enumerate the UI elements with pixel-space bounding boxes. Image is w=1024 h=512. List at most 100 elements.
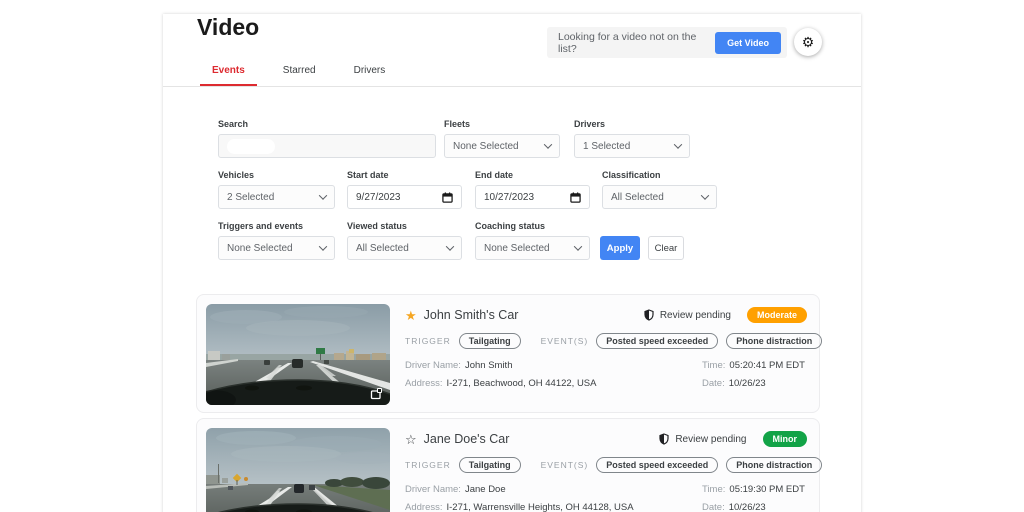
driver-name-value: John Smith (464, 360, 513, 371)
events-label: EVENT(S) (540, 336, 589, 346)
search-input[interactable] (218, 134, 436, 158)
date-value: 10/26/23 (728, 502, 766, 512)
start-date-label: Start date (347, 170, 389, 180)
time-label: Time: (702, 360, 726, 371)
details-left: Driver Name: Jane Doe Address: I-271, Warr… (405, 484, 702, 512)
filter-end-date: End date 10/27/2023 (475, 170, 590, 209)
dashcam-frame (206, 304, 390, 405)
dashcam-frame (206, 428, 390, 512)
details-row: Driver Name: John Smith Address: I-271, Be… (405, 360, 807, 396)
gear-icon[interactable]: ⚙ (794, 28, 822, 56)
filter-viewed-status: Viewed status All Selected (347, 221, 462, 260)
coaching-status-label: Coaching status (475, 221, 546, 231)
trigger-label: TRIGGER (405, 336, 451, 346)
filter-row-1: Search Fleets None Selected Drivers 1 Se… (218, 119, 861, 158)
triggers-events-select[interactable]: None Selected (218, 236, 335, 260)
clear-button[interactable]: Clear (648, 236, 684, 260)
classification-select[interactable]: All Selected (602, 185, 717, 209)
triggers-events-label: Triggers and events (218, 221, 304, 231)
classification-value: All Selected (611, 191, 664, 203)
banner-text: Looking for a video not on the list? (558, 30, 697, 55)
viewed-status-select[interactable]: All Selected (347, 236, 462, 260)
event-thumbnail[interactable] (206, 304, 390, 405)
page-column: Video Looking for a video not on the lis… (163, 14, 861, 512)
shield-icon (644, 309, 654, 321)
address-value: I-271, Beachwood, OH 44122, USA (446, 378, 597, 389)
filter-coaching-status: Coaching status None Selected (475, 221, 590, 260)
end-date-input[interactable]: 10/27/2023 (475, 185, 590, 209)
filter-drivers: Drivers 1 Selected (574, 119, 690, 158)
star-icon[interactable]: ☆ (405, 433, 417, 446)
vehicles-label: Vehicles (218, 170, 255, 180)
chevron-down-icon (543, 140, 553, 149)
driver-name-label: Driver Name: (405, 360, 461, 371)
review-status: Review pending (659, 309, 731, 321)
event-card-body: ★ John Smith's Car Review pending Modera… (405, 304, 823, 403)
fleets-label: Fleets (444, 119, 471, 129)
details-left: Driver Name: John Smith Address: I-271, Be… (405, 360, 702, 396)
filter-vehicles: Vehicles 2 Selected (218, 170, 335, 209)
drivers-value: 1 Selected (583, 140, 631, 152)
chevron-down-icon (700, 191, 710, 200)
trigger-pill: Tailgating (458, 333, 521, 349)
chevron-down-icon (573, 242, 583, 251)
event-card-header: ☆ Jane Doe's Car Review pending Minor (405, 431, 807, 447)
event-card-john-smith[interactable]: ★ John Smith's Car Review pending Modera… (196, 294, 823, 413)
viewed-status-value: All Selected (356, 242, 409, 254)
event-pill: Posted speed exceeded (596, 457, 719, 473)
search-label: Search (218, 119, 249, 129)
date-label: Date: (702, 378, 725, 389)
coaching-status-value: None Selected (484, 242, 550, 254)
end-date-label: End date (475, 170, 514, 180)
event-card-body: ☆ Jane Doe's Car Review pending Minor TR… (405, 428, 823, 512)
fleets-select[interactable]: None Selected (444, 134, 560, 158)
date-value: 10/26/23 (728, 378, 766, 389)
time-label: Time: (702, 484, 726, 495)
apply-button[interactable]: Apply (600, 236, 640, 260)
get-video-banner: Looking for a video not on the list? Get… (547, 27, 787, 58)
trigger-label: TRIGGER (405, 460, 451, 470)
details-right: Time: 05:20:41 PM EDT Date: 10/26/23 (702, 360, 807, 396)
coaching-status-select[interactable]: None Selected (475, 236, 590, 260)
event-title: John Smith's Car (423, 308, 519, 322)
address-label: Address: (405, 502, 443, 512)
filter-classification: Classification All Selected (602, 170, 717, 209)
tab-events[interactable]: Events (200, 59, 257, 86)
event-card-header: ★ John Smith's Car Review pending Modera… (405, 307, 807, 323)
event-card-jane-doe[interactable]: ☆ Jane Doe's Car Review pending Minor TR… (196, 418, 823, 512)
event-title: Jane Doe's Car (423, 432, 510, 446)
filters-panel: Search Fleets None Selected Drivers 1 Se… (163, 87, 861, 260)
event-thumbnail[interactable] (206, 428, 390, 512)
event-pill: Posted speed exceeded (596, 333, 719, 349)
event-pill: Phone distraction (726, 457, 823, 473)
chevron-down-icon (445, 242, 455, 251)
tabs-row: Events Starred Drivers (163, 59, 861, 87)
filter-fleets: Fleets None Selected (444, 119, 560, 158)
tags-row: TRIGGER Tailgating EVENT(S) Posted speed… (405, 333, 823, 349)
event-list: ★ John Smith's Car Review pending Modera… (163, 294, 861, 512)
end-date-value: 10/27/2023 (484, 191, 535, 203)
driver-name-label: Driver Name: (405, 484, 461, 495)
driver-name-value: Jane Doe (464, 484, 506, 495)
star-icon[interactable]: ★ (405, 309, 417, 322)
event-pill: Phone distraction (726, 333, 823, 349)
details-right: Time: 05:19:30 PM EDT Date: 10/26/23 (702, 484, 807, 512)
filter-triggers-events: Triggers and events None Selected (218, 221, 335, 260)
time-value: 05:19:30 PM EDT (729, 484, 805, 495)
viewed-status-label: Viewed status (347, 221, 407, 231)
vehicles-select[interactable]: 2 Selected (218, 185, 335, 209)
start-date-input[interactable]: 9/27/2023 (347, 185, 462, 209)
tab-starred[interactable]: Starred (271, 59, 328, 86)
drivers-select[interactable]: 1 Selected (574, 134, 690, 158)
calendar-icon (570, 191, 581, 203)
date-label: Date: (702, 502, 725, 512)
drivers-label: Drivers (574, 119, 606, 129)
tags-row: TRIGGER Tailgating EVENT(S) Posted speed… (405, 457, 823, 473)
severity-badge: Minor (762, 431, 807, 447)
filter-row-3: Triggers and events None Selected Viewed… (218, 221, 861, 260)
tab-drivers[interactable]: Drivers (342, 59, 398, 86)
filter-row-2: Vehicles 2 Selected Start date 9/27/2023… (218, 170, 861, 209)
get-video-button[interactable]: Get Video (715, 31, 781, 54)
filter-start-date: Start date 9/27/2023 (347, 170, 462, 209)
triggers-events-value: None Selected (227, 242, 293, 254)
